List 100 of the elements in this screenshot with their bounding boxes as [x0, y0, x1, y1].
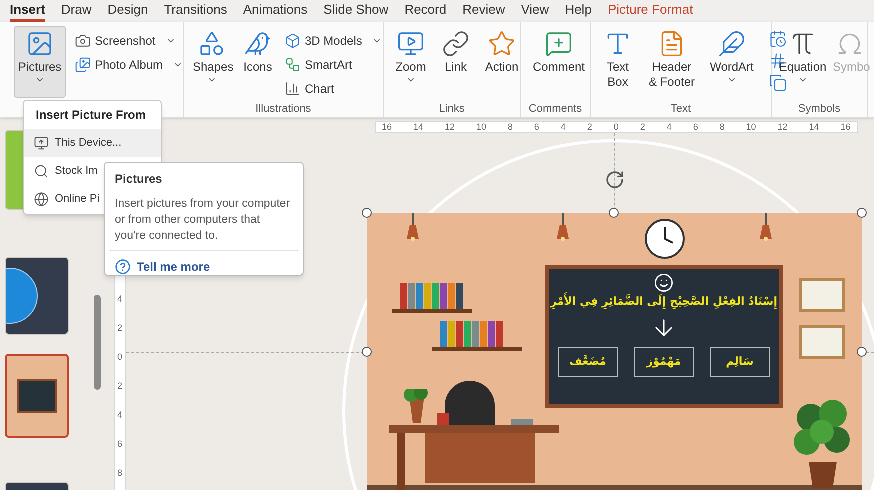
ruler-number: 10 — [746, 122, 756, 132]
ruler-number: 6 — [117, 438, 122, 451]
ruler-number: 4 — [666, 122, 672, 132]
ruler-number: 12 — [778, 122, 788, 132]
slide-thumbnail[interactable] — [5, 354, 69, 438]
ruler-number: 16 — [382, 122, 392, 132]
resize-handle[interactable] — [857, 208, 867, 218]
resize-handle[interactable] — [857, 347, 867, 357]
ribbon-button[interactable]: Shapes — [190, 26, 234, 98]
ruler-number: 2 — [117, 322, 122, 335]
ribbon-button[interactable]: Chart — [282, 78, 386, 100]
ruler-number: 6 — [534, 122, 540, 132]
ruler-number: 6 — [693, 122, 698, 132]
ruler-number: 2 — [587, 122, 592, 132]
ribbon-button[interactable]: Screenshot — [72, 30, 186, 52]
ribbon-button[interactable]: Link — [438, 26, 474, 98]
ruler-number: 4 — [117, 293, 122, 306]
picture-frame — [799, 325, 845, 359]
ruler-number: 14 — [809, 122, 820, 132]
group-label: Text — [670, 102, 692, 117]
classroom-picture[interactable]: إِسْنَادُ الفِعْلِ الصَّحِيْحِ إِلَى الضَّمَائِرِ فِي الأَمْرِ سَالِم مَهْمُوْز مُضَعَّف — [367, 213, 862, 490]
ruler-number: 14 — [413, 122, 424, 132]
ruler-number: 2 — [117, 380, 122, 393]
menu-item[interactable]: This Device... — [24, 129, 161, 157]
ribbon-icon — [488, 30, 516, 58]
ribbon-icon — [397, 30, 425, 58]
board-option: سَالِم — [710, 347, 770, 377]
ribbon-button[interactable]: Pictures — [14, 26, 66, 98]
ruler-number: 4 — [560, 122, 566, 132]
ribbon-icon — [285, 57, 301, 73]
resize-handle[interactable] — [362, 208, 372, 218]
ribbon-button[interactable]: Icons — [240, 26, 276, 98]
ruler-number: 0 — [614, 122, 619, 132]
ruler-number: 8 — [508, 122, 513, 132]
ribbon-tab[interactable]: Picture Format — [608, 0, 694, 22]
ruler-number: 4 — [117, 409, 122, 422]
ruler-number: 16 — [840, 122, 851, 132]
group-label: Symbols — [797, 102, 842, 117]
ribbon-tab[interactable]: Record — [404, 0, 447, 22]
board-option: مَهْمُوْز — [634, 347, 694, 377]
ribbon-button[interactable]: Comment — [527, 26, 591, 98]
wall-lamp — [555, 213, 571, 241]
menu-heading: Insert Picture From — [35, 107, 148, 124]
wall-lamp — [405, 213, 421, 241]
tooltip-title: Pictures — [115, 171, 164, 188]
ribbon-tab[interactable]: Draw — [61, 0, 92, 22]
menu-item-icon — [34, 192, 49, 206]
ruler-number: 8 — [720, 122, 725, 132]
menu-item-icon — [34, 164, 49, 178]
rotate-handle[interactable] — [605, 170, 625, 190]
ribbon-icon — [718, 30, 746, 58]
ruler-number: 8 — [117, 467, 122, 480]
menu-item[interactable]: Online Pi — [24, 185, 102, 213]
resize-handle[interactable] — [362, 347, 372, 357]
ruler-number: 12 — [444, 122, 455, 132]
ribbon-button[interactable]: SmartArt — [282, 54, 386, 76]
ribbon-tab[interactable]: Transitions — [164, 0, 228, 22]
group-label: Comments — [528, 102, 584, 117]
group-label: Illustrations — [254, 102, 312, 117]
ribbon-tab[interactable]: Help — [565, 0, 592, 22]
wall-clock — [645, 219, 685, 259]
ribbon-button[interactable]: WordArt — [705, 26, 759, 98]
ribbon-icon — [75, 57, 91, 73]
ribbon-icon — [285, 81, 301, 97]
ribbon-icon — [545, 30, 573, 58]
ribbon-icon — [285, 33, 301, 49]
ribbon-button[interactable]: Action — [480, 26, 524, 98]
ruler-number: 2 — [640, 122, 646, 132]
ribbon-icon — [198, 30, 226, 58]
tooltip-description: Insert pictures from your computer or from other computers that you're connected to. — [115, 197, 292, 244]
ribbon-tab[interactable]: Slide Show — [324, 0, 389, 22]
ribbon-icon — [75, 33, 91, 49]
scrollbar-thumb[interactable] — [94, 295, 100, 390]
ribbon-button[interactable]: 3D Models — [282, 30, 386, 52]
ribbon-tab[interactable]: Review — [462, 0, 506, 22]
ribbon-button[interactable]: Photo Album — [72, 54, 186, 76]
object-icon[interactable] — [769, 74, 787, 92]
help-icon — [115, 259, 131, 275]
ruler-number: 10 — [476, 122, 486, 132]
ribbon-button[interactable]: Text Box — [597, 26, 639, 98]
resize-handle[interactable] — [609, 208, 619, 218]
menu-item[interactable]: Stock Im — [24, 157, 100, 185]
tell-me-more-link[interactable]: Tell me more — [115, 258, 293, 276]
ribbon-tab[interactable]: Design — [108, 0, 148, 22]
smiley-icon — [654, 273, 674, 293]
ribbon-icon — [26, 30, 54, 58]
ribbon-button[interactable]: Zoom — [390, 26, 432, 98]
menu-item-icon — [34, 136, 49, 150]
ribbon-button[interactable]: Equation — [778, 26, 828, 98]
ruler-number: 0 — [117, 351, 122, 364]
ribbon-icon — [244, 30, 272, 58]
picture-frame — [799, 278, 845, 312]
chalkboard-miniature — [17, 379, 57, 413]
ribbon-tab[interactable]: Animations — [243, 0, 308, 22]
date-time-icon[interactable] — [769, 30, 787, 48]
ribbon-button[interactable]: Header & Footer — [645, 26, 699, 98]
slide-thumbnail[interactable] — [5, 257, 69, 335]
board-title: إِسْنَادُ الفِعْلِ الصَّحِيْحِ إِلَى الضَّمَائِرِ فِي الأَمْرِ — [550, 293, 778, 311]
ribbon-tab[interactable]: View — [521, 0, 550, 22]
group-label: Links — [438, 102, 466, 117]
